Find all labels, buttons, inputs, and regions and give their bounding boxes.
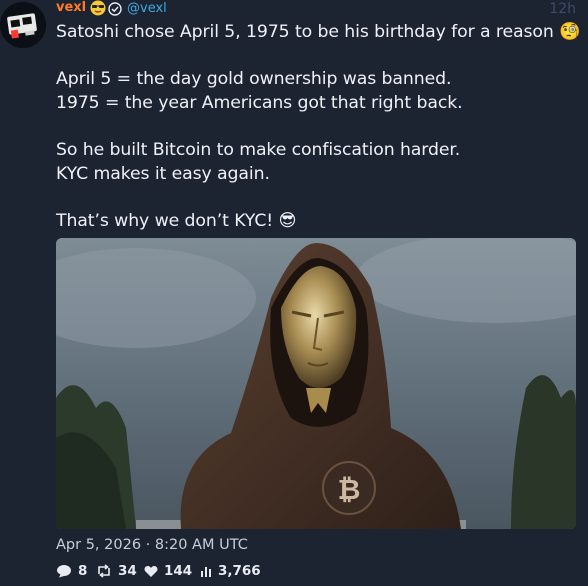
post-text-line-1: Satoshi chose April 5, 1975 to be his bi… <box>56 22 581 42</box>
like-stat[interactable]: 144 <box>144 563 192 579</box>
sunglasses-emoji-icon <box>90 0 106 20</box>
reply-count: 8 <box>78 563 88 579</box>
repost-count: 34 <box>118 563 137 579</box>
heart-icon <box>144 565 158 577</box>
post-text-line-3: 1975 = the year Americans got that right… <box>56 93 463 113</box>
post-text-line-6: That’s why we don’t KYC! 😎 <box>56 211 297 231</box>
repost-icon <box>98 564 110 578</box>
repost-stat[interactable]: 34 <box>96 563 137 579</box>
post-text-line-4: So he built Bitcoin to make confiscation… <box>56 140 461 160</box>
views-bar-chart-icon <box>201 567 211 577</box>
post-timestamp[interactable]: Apr 5, 2026 · 8:20 AM UTC <box>56 537 248 553</box>
reply-bubble-icon <box>57 565 71 578</box>
post-header: vexl @vexl 12h <box>56 0 576 18</box>
post-text-line-5: KYC makes it easy again. <box>56 164 270 184</box>
views-count: 3,766 <box>218 563 261 579</box>
views-stat[interactable]: 3,766 <box>200 563 261 579</box>
satoshi-statue-image: ₿ <box>56 238 576 529</box>
bitcoin-logo-icon: ₿ <box>338 473 361 506</box>
reply-stat[interactable]: 8 <box>56 563 87 579</box>
author-handle[interactable]: @vexl <box>127 1 167 16</box>
vexl-logo-icon <box>0 2 46 48</box>
author-name[interactable]: vexl <box>56 0 86 15</box>
post-image[interactable]: ₿ <box>56 238 576 529</box>
like-count: 144 <box>164 563 193 579</box>
post-text-line-2: April 5 = the day gold ownership was ban… <box>56 69 452 89</box>
post-time-ago[interactable]: 12h <box>549 1 576 17</box>
avatar[interactable] <box>0 2 46 48</box>
verified-check-icon <box>108 2 122 20</box>
